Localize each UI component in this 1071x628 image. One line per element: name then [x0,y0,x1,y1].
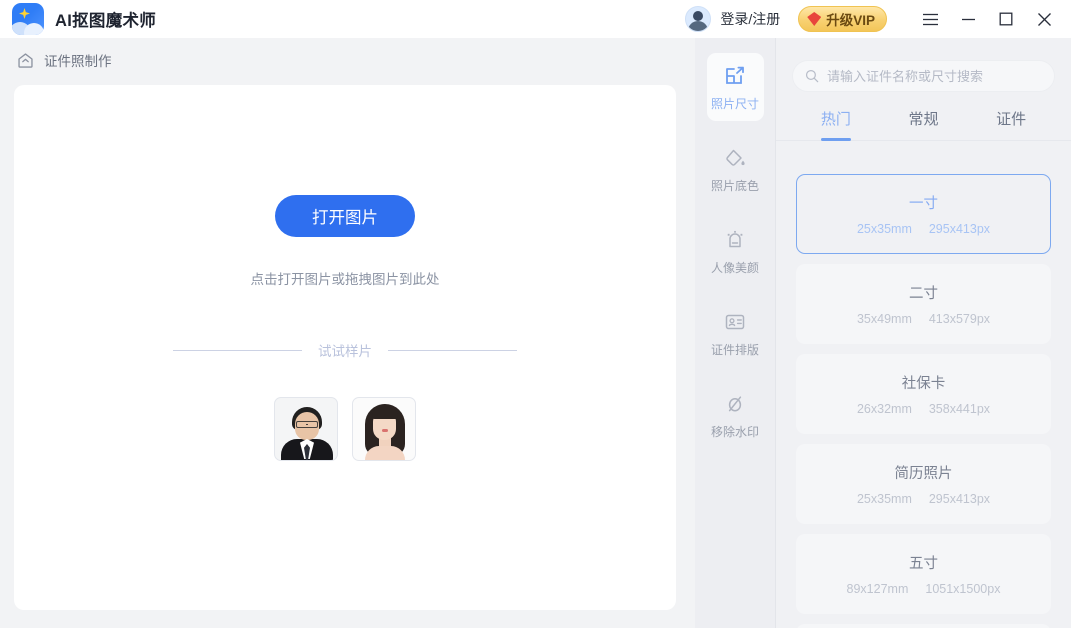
size-card-one-inch[interactable]: 一寸 25x35mm 295x413px [796,174,1051,254]
id-layout-icon [723,310,747,334]
app-logo-sparkle-icon [12,3,44,35]
sample-female-id-photo[interactable] [352,397,416,461]
size-card-mm: 25x35mm [856,222,912,236]
hamburger-menu-icon[interactable] [911,0,949,38]
size-card-mm: 35x49mm [856,312,912,326]
remove-watermark-icon [723,392,747,416]
size-card-px: 413x579px [928,312,991,326]
size-card-name: 一寸 [909,196,938,212]
app-logo [12,3,44,35]
diamond-icon [807,12,822,26]
rail-item-id-layout[interactable]: 证件排版 [707,299,764,367]
breadcrumb: 证件照制作 [0,38,695,82]
search-box[interactable] [792,60,1055,92]
divider-line-right [388,349,517,351]
main-content-card: 打开图片 点击打开图片或拖拽图片到此处 试试样片 [14,85,676,610]
home-icon[interactable] [16,51,35,70]
sample-divider: 试试样片 [14,340,676,360]
user-avatar-icon[interactable] [685,6,712,32]
size-list[interactable]: 一寸 25x35mm 295x413px 二寸 35x49mm 413x579p… [776,174,1071,628]
upgrade-vip-button[interactable]: 升级VIP [798,6,887,32]
size-card-name: 社保卡 [901,376,946,392]
app-title: AI抠图魔术师 [55,12,157,30]
photo-size-icon [723,64,747,88]
drop-hint-text: 点击打开图片或拖拽图片到此处 [250,272,440,287]
drop-zone[interactable]: 打开图片 点击打开图片或拖拽图片到此处 [14,195,676,288]
application-window: AI抠图魔术师 登录/注册 升级VIP 证件照制作 打开图片 点击打开图片或拖拽… [0,0,1071,628]
tab-credentials[interactable]: 证件 [967,108,1055,140]
size-card-meta: 25x35mm 295x413px [857,492,990,506]
title-bar: AI抠图魔术师 登录/注册 升级VIP [0,0,1071,38]
tab-general[interactable]: 常规 [880,108,968,140]
size-category-tabs: 热门 常规 证件 [776,108,1071,141]
size-card-five-inch[interactable]: 五寸 89x127mm 1051x1500px [796,534,1051,614]
titlebar-right-group: 登录/注册 升级VIP [685,0,1071,38]
open-image-button[interactable]: 打开图片 [275,195,415,237]
size-card-meta: 26x32mm 358x441px [857,402,990,416]
rail-item-portrait-beauty[interactable]: 人像美颜 [707,217,764,285]
size-card-resume-photo[interactable]: 简历照片 25x35mm 295x413px [796,444,1051,524]
size-card-meta: 89x127mm 1051x1500px [847,582,1001,596]
sample-divider-label: 试试样片 [318,344,372,359]
rail-item-remove-watermark[interactable]: 移除水印 [707,381,764,449]
tool-rail: 照片尺寸 照片底色 人像美颜 证件排版 移除水印 [695,38,776,628]
portrait-beauty-icon [723,228,747,252]
size-card-mm: 89x127mm [846,582,909,596]
rail-label: 照片尺寸 [710,97,759,111]
size-card-px: 358x441px [928,402,991,416]
divider-line-left [173,349,302,351]
login-register-link[interactable]: 登录/注册 [720,9,780,29]
breadcrumb-label: 证件照制作 [44,54,112,69]
minimize-icon[interactable] [949,0,987,38]
paint-bucket-icon [723,146,747,170]
rail-item-photo-background[interactable]: 照片底色 [707,135,764,203]
rail-label: 移除水印 [710,425,759,439]
rail-label: 人像美颜 [710,261,759,275]
tab-hot[interactable]: 热门 [792,108,880,140]
rail-label: 证件排版 [710,343,759,357]
search-icon [805,69,819,83]
size-card-meta: 35x49mm 413x579px [857,312,990,326]
maximize-icon[interactable] [987,0,1025,38]
rail-label: 照片底色 [710,179,759,193]
size-card-name: 简历照片 [894,466,953,482]
size-card-mm: 26x32mm [856,402,912,416]
sample-thumbnails [14,397,676,461]
close-icon[interactable] [1025,0,1063,38]
size-card-two-inch[interactable]: 二寸 35x49mm 413x579px [796,264,1051,344]
size-card-name: 二寸 [909,286,938,302]
search-input[interactable] [827,68,1042,84]
size-card-social-security[interactable]: 社保卡 26x32mm 358x441px [796,354,1051,434]
size-card-px: 1051x1500px [925,582,1001,596]
upgrade-vip-label: 升级VIP [826,13,875,28]
size-card-mm: 25x35mm [856,492,912,506]
rail-item-photo-size[interactable]: 照片尺寸 [706,53,764,121]
window-controls [911,0,1063,38]
size-card-px: 295x413px [928,492,991,506]
size-card-name: 五寸 [909,556,938,572]
sample-male-id-photo[interactable] [274,397,338,461]
size-card-meta: 25x35mm 295x413px [857,222,990,236]
size-card-px: 295x413px [928,222,991,236]
size-panel: 热门 常规 证件 一寸 25x35mm 295x413px 二寸 35x49mm… [776,38,1071,628]
size-card-partial-next[interactable] [796,624,1051,628]
